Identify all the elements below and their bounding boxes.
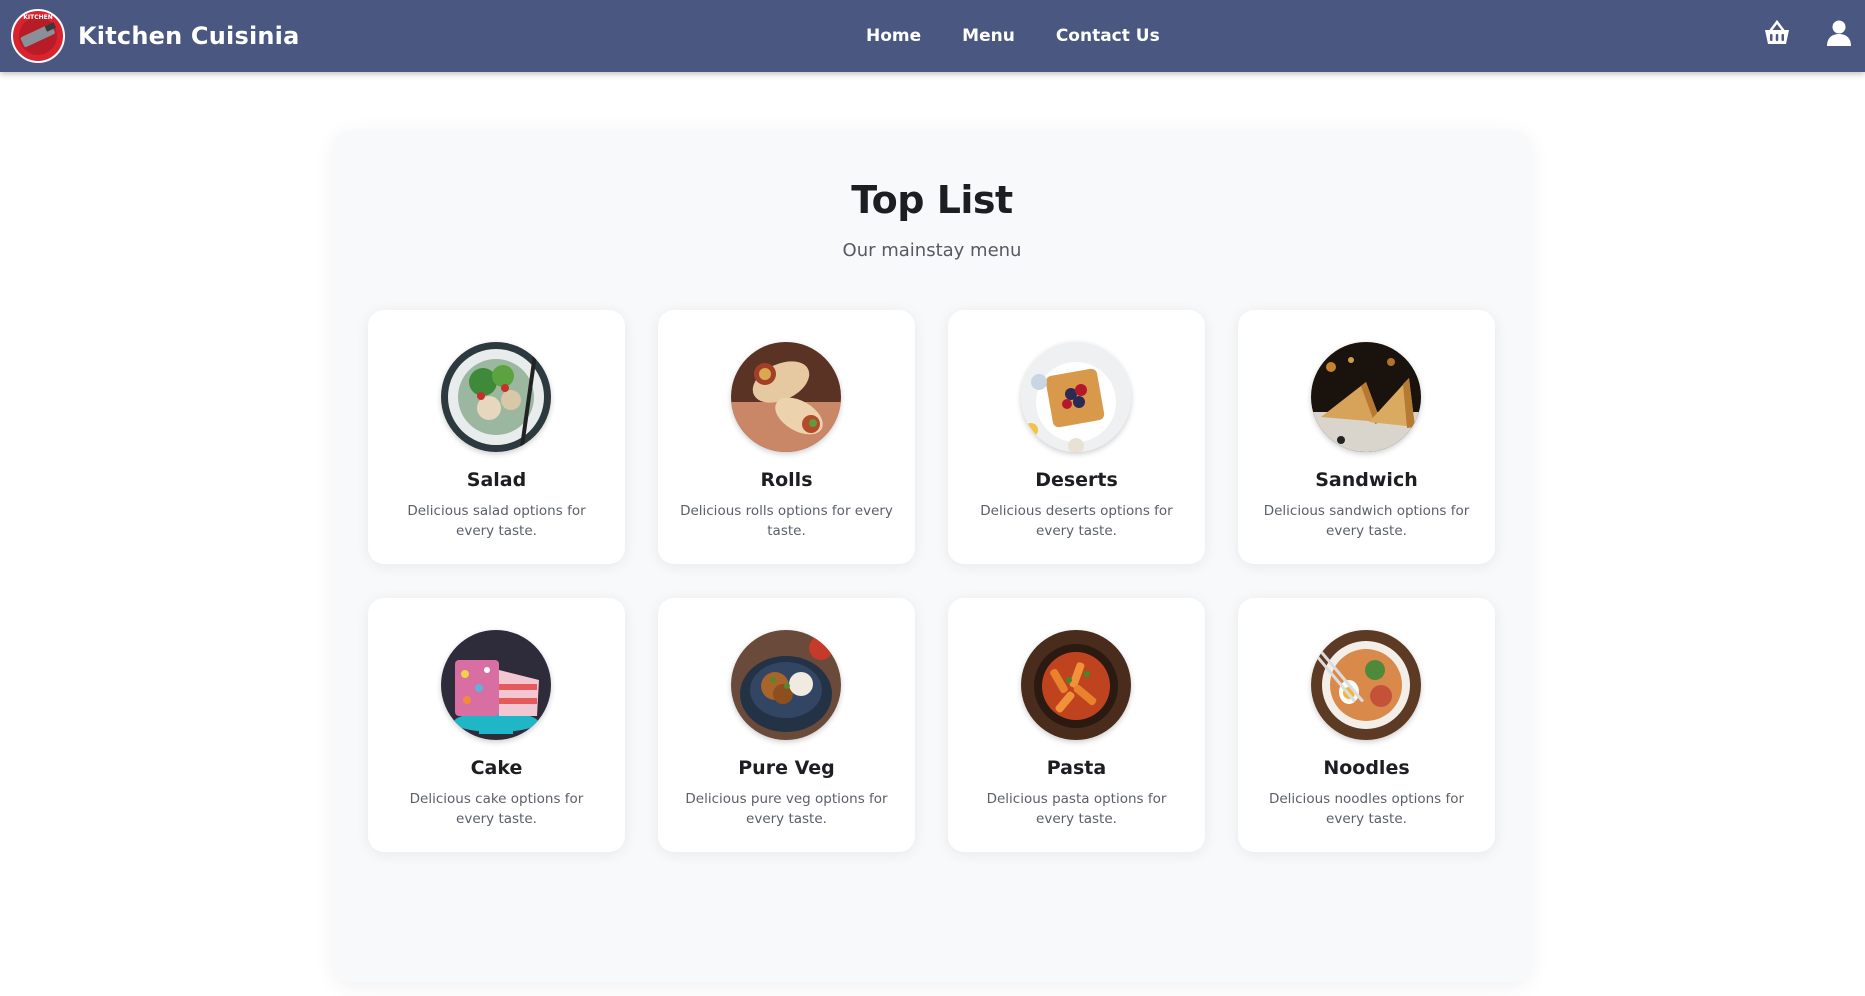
- menu-card-pure-veg[interactable]: Pure Veg Delicious pure veg options for …: [658, 598, 915, 852]
- card-title: Sandwich: [1315, 469, 1418, 491]
- card-title: Rolls: [760, 469, 813, 491]
- nav-home-link[interactable]: Home: [866, 26, 921, 46]
- menu-card-deserts[interactable]: Deserts Delicious deserts options for ev…: [948, 310, 1205, 564]
- nav-menu-link[interactable]: Menu: [962, 26, 1015, 46]
- section-subtitle: Our mainstay menu: [842, 240, 1022, 261]
- top-list-section: Top List Our mainstay menu Salad Delicio…: [333, 130, 1531, 983]
- brand[interactable]: KITCHEN Kitchen Cuisinia: [10, 8, 299, 64]
- card-description: Delicious deserts options for every tast…: [980, 503, 1173, 539]
- card-description: Delicious sandwich options for every tas…: [1263, 503, 1470, 539]
- sandwich-image: [1311, 342, 1421, 452]
- basket-icon[interactable]: [1762, 18, 1792, 48]
- menu-card-pasta[interactable]: Pasta Delicious pasta options for every …: [948, 598, 1205, 852]
- cake-image: [441, 630, 551, 740]
- svg-text:KITCHEN: KITCHEN: [23, 14, 53, 21]
- card-description: Delicious salad options for every taste.: [407, 503, 586, 539]
- section-title: Top List: [851, 178, 1013, 222]
- brand-name: Kitchen Cuisinia: [78, 22, 300, 50]
- card-description: Delicious cake options for every taste.: [409, 791, 584, 827]
- deserts-image: [1021, 342, 1131, 452]
- menu-grid: Salad Delicious salad options for every …: [368, 310, 1495, 852]
- card-title: Noodles: [1323, 757, 1410, 779]
- card-title: Salad: [466, 469, 527, 491]
- menu-card-rolls[interactable]: Rolls Delicious rolls options for every …: [658, 310, 915, 564]
- card-title: Deserts: [1035, 469, 1118, 491]
- kitchen-logo-icon: KITCHEN: [11, 9, 65, 63]
- menu-card-noodles[interactable]: Noodles Delicious noodles options for ev…: [1238, 598, 1495, 852]
- noodles-image: [1311, 630, 1421, 740]
- menu-card-sandwich[interactable]: Sandwich Delicious sandwich options for …: [1238, 310, 1495, 564]
- pure-veg-image: [731, 630, 841, 740]
- card-title: Pasta: [1046, 757, 1107, 779]
- card-title: Pure Veg: [738, 757, 835, 779]
- card-description: Delicious pasta options for every taste.: [986, 791, 1167, 827]
- rolls-image: [731, 342, 841, 452]
- card-title: Cake: [470, 757, 523, 779]
- user-icon[interactable]: [1824, 18, 1854, 48]
- menu-card-salad[interactable]: Salad Delicious salad options for every …: [368, 310, 625, 564]
- pasta-image: [1021, 630, 1131, 740]
- card-description: Delicious rolls options for every taste.: [680, 503, 893, 539]
- salad-image: [441, 342, 551, 452]
- menu-card-cake[interactable]: Cake Delicious cake options for every ta…: [368, 598, 625, 852]
- card-description: Delicious noodles options for every tast…: [1268, 791, 1465, 827]
- nav-links: Home Menu Contact Us: [866, 0, 1160, 72]
- card-description: Delicious pure veg options for every tas…: [685, 791, 888, 827]
- nav-contact-link[interactable]: Contact Us: [1056, 26, 1160, 46]
- top-navbar: KITCHEN Kitchen Cuisinia Home Menu Conta…: [0, 0, 1865, 72]
